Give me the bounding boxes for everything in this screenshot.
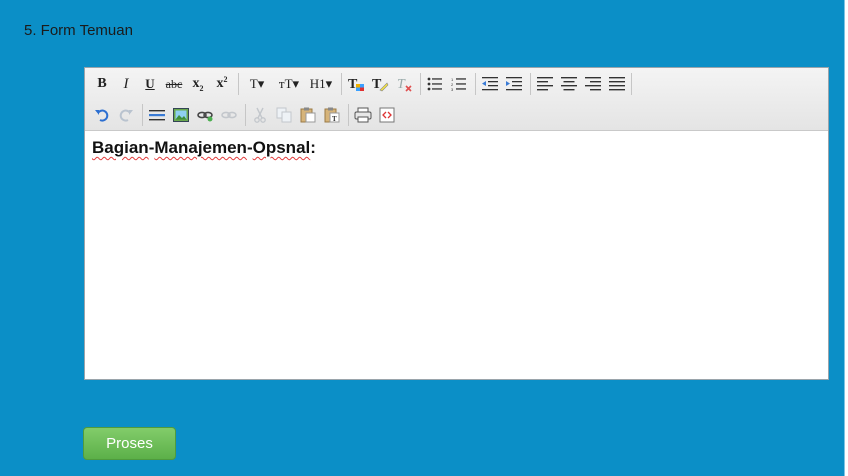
cut-icon (254, 107, 266, 123)
rich-text-editor: B I U abc x2 x2 T▾ тT▾ H1▾ T T T 1 2 3 T… (84, 67, 829, 380)
font-size-dropdown[interactable]: тT▾ (274, 73, 304, 95)
insert-link-button[interactable] (194, 104, 216, 126)
align-left-icon (537, 77, 553, 91)
svg-text:T: T (332, 115, 337, 123)
toolbar-separator (475, 73, 476, 95)
highlight-icon: T (372, 77, 389, 92)
italic-button[interactable]: I (115, 73, 137, 95)
toolbar-separator (341, 73, 342, 95)
text-color-button[interactable]: T (345, 73, 367, 95)
toolbar-row-1: B I U abc x2 x2 T▾ тT▾ H1▾ T T T 1 2 3 (91, 70, 635, 98)
align-right-icon (585, 77, 601, 91)
toolbar-separator (420, 73, 421, 95)
source-code-icon (379, 107, 395, 123)
editor-content-area[interactable]: Bagian-Manajemen-Opsnal: (92, 138, 821, 373)
undo-button[interactable] (91, 104, 113, 126)
remove-format-button[interactable]: T (393, 73, 415, 95)
form-panel: 5. Form Temuan B I U abc x2 x2 T▾ тT▾ H1… (0, 0, 845, 476)
align-center-icon (561, 77, 577, 91)
heading-dropdown[interactable]: H1▾ (306, 73, 336, 95)
toolbar-separator (238, 73, 239, 95)
numbered-list-icon: 123 (451, 77, 466, 91)
unlink-button[interactable] (218, 104, 240, 126)
unlink-icon (221, 111, 237, 119)
print-button[interactable] (352, 104, 374, 126)
bold-button[interactable]: B (91, 73, 113, 95)
toolbar-separator (245, 104, 246, 126)
horizontal-rule-button[interactable] (146, 104, 168, 126)
indent-icon (506, 77, 522, 91)
svg-text:T: T (397, 77, 406, 92)
toolbar-separator (631, 73, 632, 95)
image-icon (173, 108, 189, 122)
align-right-button[interactable] (582, 73, 604, 95)
align-left-button[interactable] (534, 73, 556, 95)
numbered-list-button[interactable]: 123 (448, 73, 470, 95)
content-word: Bagian (92, 138, 149, 157)
indent-button[interactable] (503, 73, 525, 95)
justify-icon (609, 77, 625, 91)
highlight-color-button[interactable]: T (369, 73, 391, 95)
remove-format-icon: T (397, 77, 412, 92)
svg-text:3: 3 (451, 87, 454, 91)
paste-button[interactable] (297, 104, 319, 126)
toolbar-row-2: T (91, 101, 400, 129)
redo-icon (119, 109, 133, 122)
text-color-icon: T (348, 77, 364, 92)
content-word: Manajemen (154, 138, 247, 157)
submit-button[interactable]: Proses (83, 427, 176, 460)
bulleted-list-icon (427, 77, 442, 91)
cut-button[interactable] (249, 104, 271, 126)
strikethrough-button[interactable]: abc (163, 73, 185, 95)
bulleted-list-button[interactable] (424, 73, 446, 95)
outdent-button[interactable] (479, 73, 501, 95)
superscript-button[interactable]: x2 (211, 73, 233, 95)
editor-toolbar: B I U abc x2 x2 T▾ тT▾ H1▾ T T T 1 2 3 T (85, 68, 828, 131)
paste-text-icon: T (324, 107, 340, 123)
paste-icon (300, 107, 316, 123)
insert-image-button[interactable] (170, 104, 192, 126)
justify-button[interactable] (606, 73, 628, 95)
redo-button[interactable] (115, 104, 137, 126)
copy-icon (276, 107, 292, 123)
content-word: Opsnal (252, 138, 311, 157)
horizontal-rule-icon (149, 110, 165, 121)
link-icon (197, 111, 213, 122)
toolbar-separator (142, 104, 143, 126)
align-center-button[interactable] (558, 73, 580, 95)
font-family-dropdown[interactable]: T▾ (242, 73, 272, 95)
undo-icon (95, 109, 109, 122)
source-code-button[interactable] (376, 104, 398, 126)
section-title: 5. Form Temuan (24, 22, 133, 39)
content-suffix: : (310, 138, 316, 157)
paste-text-button[interactable]: T (321, 104, 343, 126)
toolbar-separator (530, 73, 531, 95)
underline-button[interactable]: U (139, 73, 161, 95)
outdent-icon (482, 77, 498, 91)
toolbar-separator (348, 104, 349, 126)
subscript-button[interactable]: x2 (187, 73, 209, 95)
copy-button[interactable] (273, 104, 295, 126)
print-icon (354, 107, 372, 123)
